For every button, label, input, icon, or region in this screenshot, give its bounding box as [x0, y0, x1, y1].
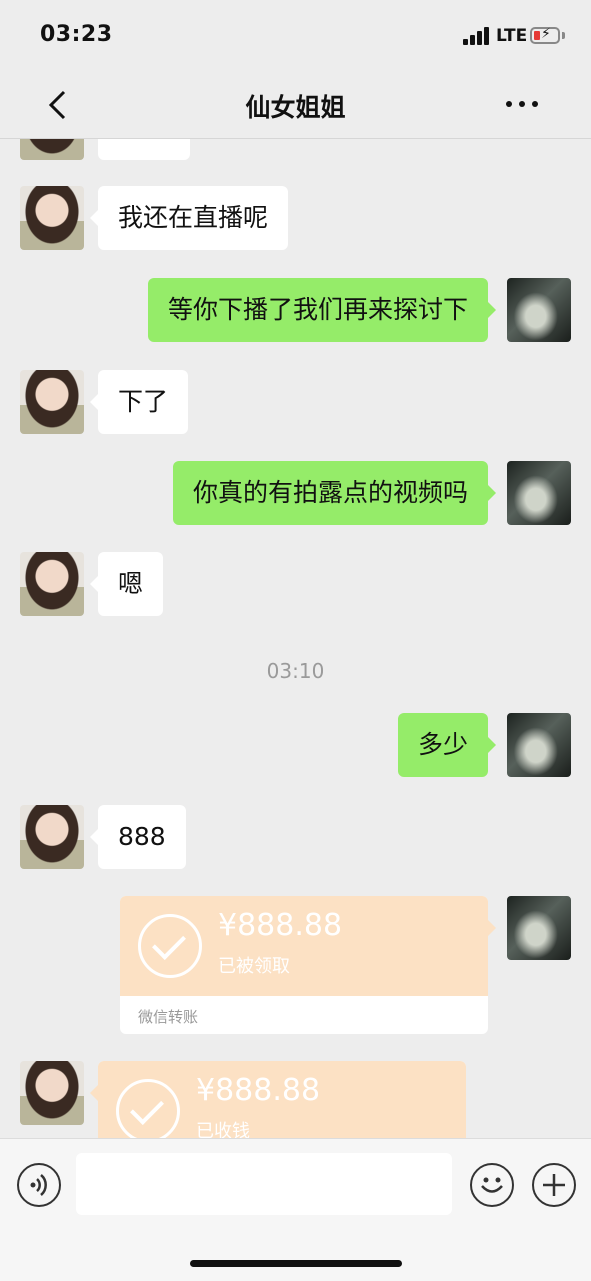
battery-icon: ⚡	[530, 26, 560, 44]
signal-icon	[463, 27, 493, 45]
bubble-tail	[90, 1085, 98, 1101]
home-indicator	[190, 1260, 402, 1267]
message-bubble-sent[interactable]: 你真的有拍露点的视频吗	[172, 461, 497, 525]
voice-input-button[interactable]	[17, 1163, 61, 1207]
message-bubble-sent[interactable]: 等你下播了我们再来探讨下	[147, 278, 497, 342]
smiley-icon	[481, 1177, 503, 1193]
message-bubble-received[interactable]: 888	[90, 805, 186, 869]
bubble-tail	[488, 920, 496, 936]
battery-nub	[562, 32, 565, 39]
contact-avatar[interactable]	[20, 552, 84, 616]
chat-title: 仙女姐姐	[245, 93, 346, 122]
plus-icon	[543, 1174, 565, 1196]
message-bubble-received[interactable]: 下了	[89, 370, 189, 434]
emoji-button[interactable]	[470, 1163, 514, 1207]
contact-avatar[interactable]	[20, 186, 84, 250]
message-bubble-sent[interactable]: 多少	[397, 713, 497, 777]
transfer-card-received[interactable]: ¥888.88 已收钱	[98, 1061, 466, 1138]
check-circle-icon	[116, 1079, 180, 1138]
transfer-footer: 微信转账	[138, 1008, 199, 1026]
message-bubble-received[interactable]: 嗯	[89, 552, 164, 616]
status-time: 03:23	[40, 22, 113, 47]
transfer-status: 已被领取	[218, 956, 290, 977]
transfer-amount: ¥888.88	[218, 908, 343, 943]
my-avatar[interactable]	[507, 461, 571, 525]
message-input[interactable]	[76, 1153, 452, 1215]
my-avatar[interactable]	[507, 713, 571, 777]
transfer-card-sent[interactable]: ¥888.88 已被领取 微信转账	[120, 896, 488, 1034]
partial-message-bubble	[98, 139, 190, 160]
transfer-amount: ¥888.88	[196, 1073, 321, 1108]
my-avatar[interactable]	[507, 896, 571, 960]
check-circle-icon	[138, 914, 202, 978]
time-divider: 03:10	[266, 659, 325, 683]
message-bubble-received[interactable]: 我还在直播呢	[89, 186, 289, 250]
voice-icon	[30, 1174, 47, 1196]
transfer-status: 已收钱	[196, 1121, 250, 1138]
contact-avatar[interactable]	[20, 370, 84, 434]
more-icon[interactable]	[506, 101, 538, 109]
nav-bar: 仙女姐姐	[0, 70, 591, 139]
chat-area[interactable]: 我还在直播呢 等你下播了我们再来探讨下 下了 你真的有拍露点的视频吗 嗯 03:…	[0, 139, 591, 1138]
network-type: LTE	[496, 26, 528, 46]
contact-avatar[interactable]	[20, 139, 84, 160]
my-avatar[interactable]	[507, 278, 571, 342]
contact-avatar[interactable]	[20, 1061, 84, 1125]
more-actions-button[interactable]	[532, 1163, 576, 1207]
contact-avatar[interactable]	[20, 805, 84, 869]
status-bar: 03:23 LTE ⚡	[0, 0, 591, 70]
